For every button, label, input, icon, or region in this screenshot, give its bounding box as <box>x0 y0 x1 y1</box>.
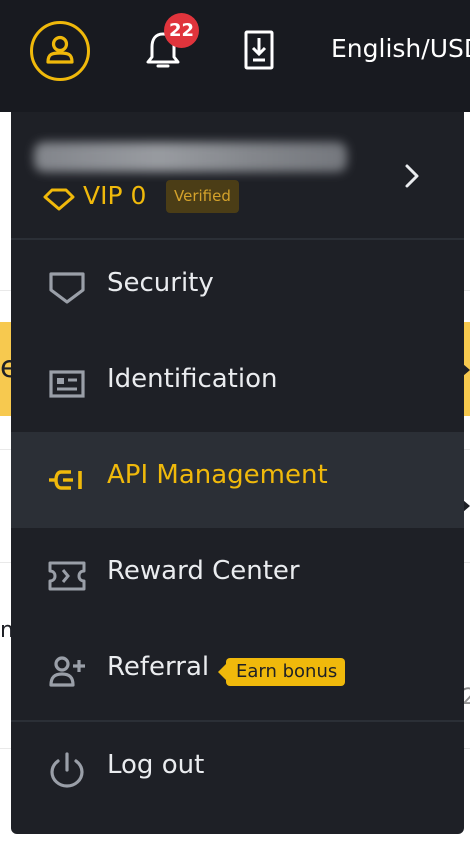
background-arrow <box>463 364 470 376</box>
menu-item-label: Security <box>107 268 214 298</box>
background-arrow <box>463 500 470 512</box>
add-user-icon <box>49 656 85 687</box>
menu-item-label: Referral <box>107 652 210 682</box>
menu-item-api-management[interactable]: API Management <box>11 432 464 528</box>
menu-item-log-out[interactable]: Log out <box>11 722 464 818</box>
account-dropdown-menu: VIP 0 Verified Security Identification A… <box>11 112 464 834</box>
vip-level: VIP 0 <box>83 181 147 210</box>
id-card-icon <box>49 370 85 398</box>
profile-avatar-button[interactable] <box>30 21 90 81</box>
menu-item-referral[interactable]: Referral Earn bonus <box>11 624 464 720</box>
top-navigation-bar: 22 English/USD <box>0 0 470 112</box>
account-summary[interactable]: VIP 0 Verified <box>11 112 464 238</box>
shield-icon <box>49 272 85 304</box>
menu-item-identification[interactable]: Identification <box>11 336 464 432</box>
account-email-blurred <box>34 142 347 172</box>
chevron-right-icon <box>405 164 419 188</box>
diamond-icon <box>43 188 75 211</box>
menu-item-reward-center[interactable]: Reward Center <box>11 528 464 624</box>
language-currency-selector[interactable]: English/USD <box>331 34 470 63</box>
menu-item-label: Log out <box>107 750 205 780</box>
user-icon <box>46 35 74 64</box>
power-icon <box>50 752 84 788</box>
api-key-icon <box>49 470 82 490</box>
notification-count-badge: 22 <box>164 13 199 48</box>
menu-item-label: Identification <box>107 364 278 394</box>
menu-item-label: Reward Center <box>107 556 300 586</box>
menu-item-label: API Management <box>107 460 328 490</box>
earn-bonus-badge: Earn bonus <box>217 658 346 686</box>
verified-badge: Verified <box>166 180 239 213</box>
download-icon[interactable] <box>244 30 274 70</box>
ticket-icon <box>48 561 86 591</box>
menu-item-security[interactable]: Security <box>11 240 464 336</box>
